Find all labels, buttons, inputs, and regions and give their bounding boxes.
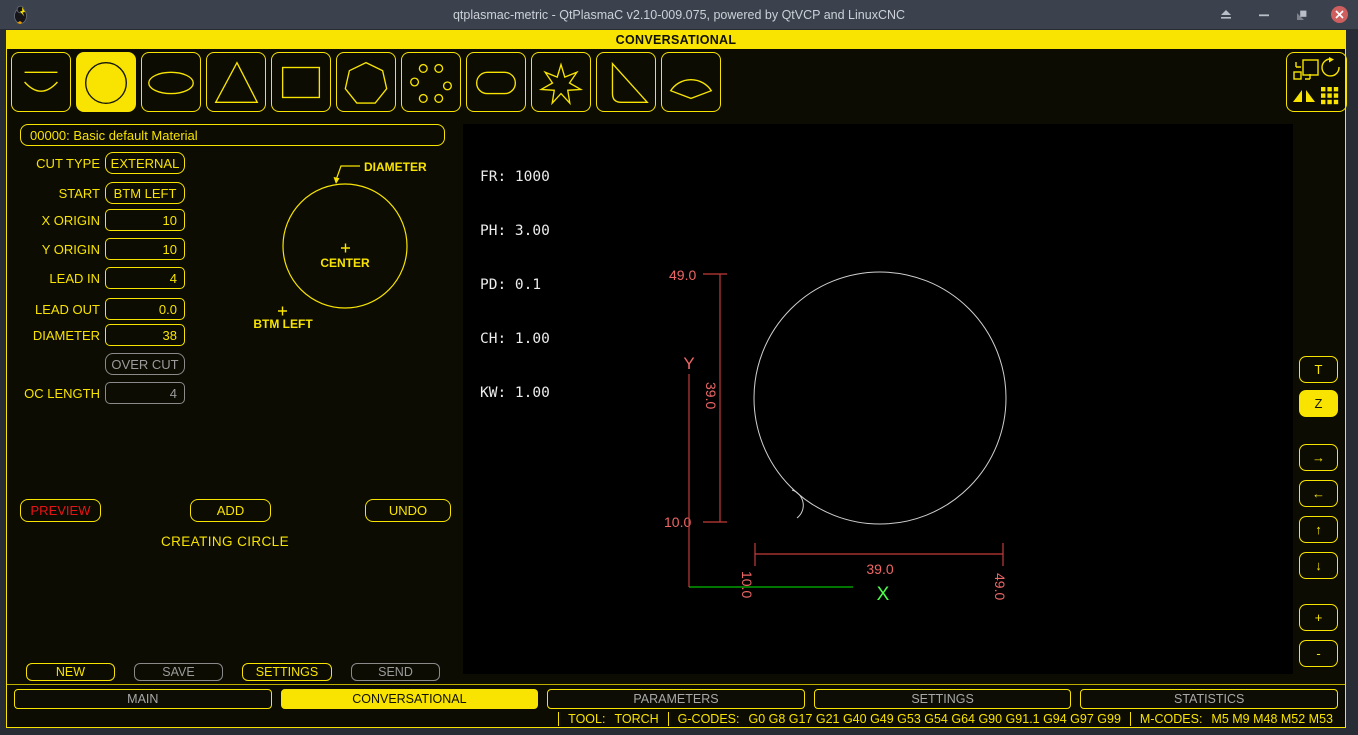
- ellipse-shape-icon[interactable]: [141, 52, 201, 112]
- pan-down-button[interactable]: ↓: [1299, 552, 1338, 579]
- rotate-icon: [1322, 57, 1339, 76]
- undo-button[interactable]: UNDO: [365, 499, 451, 522]
- tab-settings[interactable]: SETTINGS: [814, 689, 1072, 709]
- oc-length-input[interactable]: [105, 382, 185, 404]
- status-separator: [558, 712, 559, 726]
- triangle-shape-icon[interactable]: [206, 52, 266, 112]
- y-axis-label: Y: [683, 354, 694, 373]
- pan-left-button[interactable]: ←: [1299, 480, 1338, 507]
- diagram-btm-left-label: BTM LEFT: [253, 317, 313, 331]
- view-z-button[interactable]: Z: [1299, 390, 1338, 417]
- status-separator: [668, 712, 669, 726]
- tool-value: TORCH: [614, 712, 658, 726]
- gcodes-label: G-CODES:: [678, 712, 740, 726]
- zoom-out-button[interactable]: -: [1299, 640, 1338, 667]
- window-title: qtplasmac-metric - QtPlasmaC v2.10-009.0…: [0, 8, 1358, 22]
- lead-out-input[interactable]: [105, 298, 185, 320]
- material-selector[interactable]: 00000: Basic default Material: [20, 124, 445, 146]
- lines-arcs-shape-icon[interactable]: [11, 52, 71, 112]
- mirror-icon: [1293, 90, 1315, 102]
- tab-parameters[interactable]: PARAMETERS: [547, 689, 805, 709]
- gusset-shape-icon[interactable]: [596, 52, 656, 112]
- app-icon: [12, 5, 29, 27]
- main-tab-bar: MAIN CONVERSATIONAL PARAMETERS SETTINGS …: [14, 689, 1338, 709]
- diagram-center-label: CENTER: [320, 256, 370, 270]
- lead-out-label: LEAD OUT: [10, 302, 105, 317]
- shape-transform-button[interactable]: [1286, 52, 1347, 112]
- x-origin-input[interactable]: [105, 209, 185, 231]
- pan-right-button[interactable]: →: [1299, 444, 1338, 471]
- new-button[interactable]: NEW: [26, 663, 115, 681]
- array-icon: [1321, 87, 1338, 104]
- scale-icon: [1294, 60, 1318, 79]
- start-point-button[interactable]: BTM LEFT: [105, 182, 185, 204]
- cut-type-label: CUT TYPE: [10, 156, 105, 171]
- over-cut-button[interactable]: OVER CUT: [105, 353, 185, 375]
- dim-x-right: 49.0: [992, 573, 1008, 600]
- lead-in-arc: [792, 490, 803, 518]
- tool-label: TOOL:: [568, 712, 605, 726]
- cut-path-circle: [754, 272, 1006, 524]
- sector-shape-icon[interactable]: [661, 52, 721, 112]
- tab-conversational[interactable]: CONVERSATIONAL: [281, 689, 539, 709]
- cut-type-button[interactable]: EXTERNAL: [105, 152, 185, 174]
- star-shape-icon[interactable]: [531, 52, 591, 112]
- diameter-input[interactable]: [105, 324, 185, 346]
- tab-main[interactable]: MAIN: [14, 689, 272, 709]
- lead-in-input[interactable]: [105, 267, 185, 289]
- gcodes-value: G0 G8 G17 G21 G40 G49 G53 G54 G64 G90 G9…: [748, 712, 1120, 726]
- send-button[interactable]: SEND: [351, 663, 440, 681]
- bolt-circle-shape-icon[interactable]: [401, 52, 461, 112]
- status-bar: TOOL: TORCH G-CODES: G0 G8 G17 G21 G40 G…: [7, 709, 1345, 728]
- lead-in-label: LEAD IN: [10, 271, 105, 286]
- dim-x-span: 39.0: [866, 561, 893, 577]
- close-window-icon[interactable]: [1331, 6, 1348, 23]
- diameter-label: DIAMETER: [10, 328, 105, 343]
- add-button[interactable]: ADD: [190, 499, 271, 522]
- dim-x-left: 10.0: [739, 571, 755, 598]
- dim-y-bottom: 10.0: [664, 514, 691, 530]
- y-origin-label: Y ORIGIN: [10, 242, 105, 257]
- rectangle-shape-icon[interactable]: [271, 52, 331, 112]
- main-frame: CONVERSATIONAL: [6, 30, 1346, 728]
- start-label: START: [10, 186, 105, 201]
- restore-window-icon[interactable]: [1293, 6, 1311, 24]
- x-origin-label: X ORIGIN: [10, 213, 105, 228]
- preview-drawing: 49.0 39.0 10.0 Y 39.0 10.0 49.0 X: [463, 124, 1293, 674]
- dim-y-top: 49.0: [669, 267, 696, 283]
- app-window: qtplasmac-metric - QtPlasmaC v2.10-009.0…: [0, 0, 1358, 735]
- settings-button[interactable]: SETTINGS: [242, 663, 332, 681]
- status-separator: [1130, 712, 1131, 726]
- view-top-button[interactable]: T: [1299, 356, 1338, 383]
- shade-window-icon[interactable]: [1217, 6, 1235, 24]
- save-button[interactable]: SAVE: [134, 663, 223, 681]
- slot-shape-icon[interactable]: [466, 52, 526, 112]
- mcodes-label: M-CODES:: [1140, 712, 1203, 726]
- preview-button[interactable]: PREVIEW: [20, 499, 101, 522]
- circle-diagram: DIAMETER CENTER BTM LEFT: [247, 149, 452, 364]
- diagram-diameter-label: DIAMETER: [364, 160, 427, 174]
- polygon-shape-icon[interactable]: [336, 52, 396, 112]
- tab-statistics[interactable]: STATISTICS: [1080, 689, 1338, 709]
- tab-pane-border: [7, 684, 1345, 685]
- pan-up-button[interactable]: ↑: [1299, 516, 1338, 543]
- creating-status-text: CREATING CIRCLE: [20, 534, 430, 549]
- x-axis-label: X: [877, 584, 890, 605]
- btm-left-cross-icon: [278, 307, 287, 316]
- titlebar: qtplasmac-metric - QtPlasmaC v2.10-009.0…: [0, 0, 1358, 29]
- conversational-title: CONVERSATIONAL: [7, 31, 1345, 49]
- oc-length-label: OC LENGTH: [10, 386, 105, 401]
- mcodes-value: M5 M9 M48 M52 M53: [1211, 712, 1333, 726]
- material-label: 00000: Basic default Material: [30, 128, 198, 143]
- dim-y-span: 39.0: [703, 382, 719, 409]
- zoom-in-button[interactable]: +: [1299, 604, 1338, 631]
- minimize-window-icon[interactable]: [1255, 6, 1273, 24]
- center-cross-icon: [341, 244, 350, 253]
- y-origin-input[interactable]: [105, 238, 185, 260]
- gcode-preview-panel: FR: 1000 PH: 3.00 PD: 0.1 CH: 1.00 KW: 1…: [463, 124, 1293, 674]
- circle-shape-icon[interactable]: [76, 52, 136, 112]
